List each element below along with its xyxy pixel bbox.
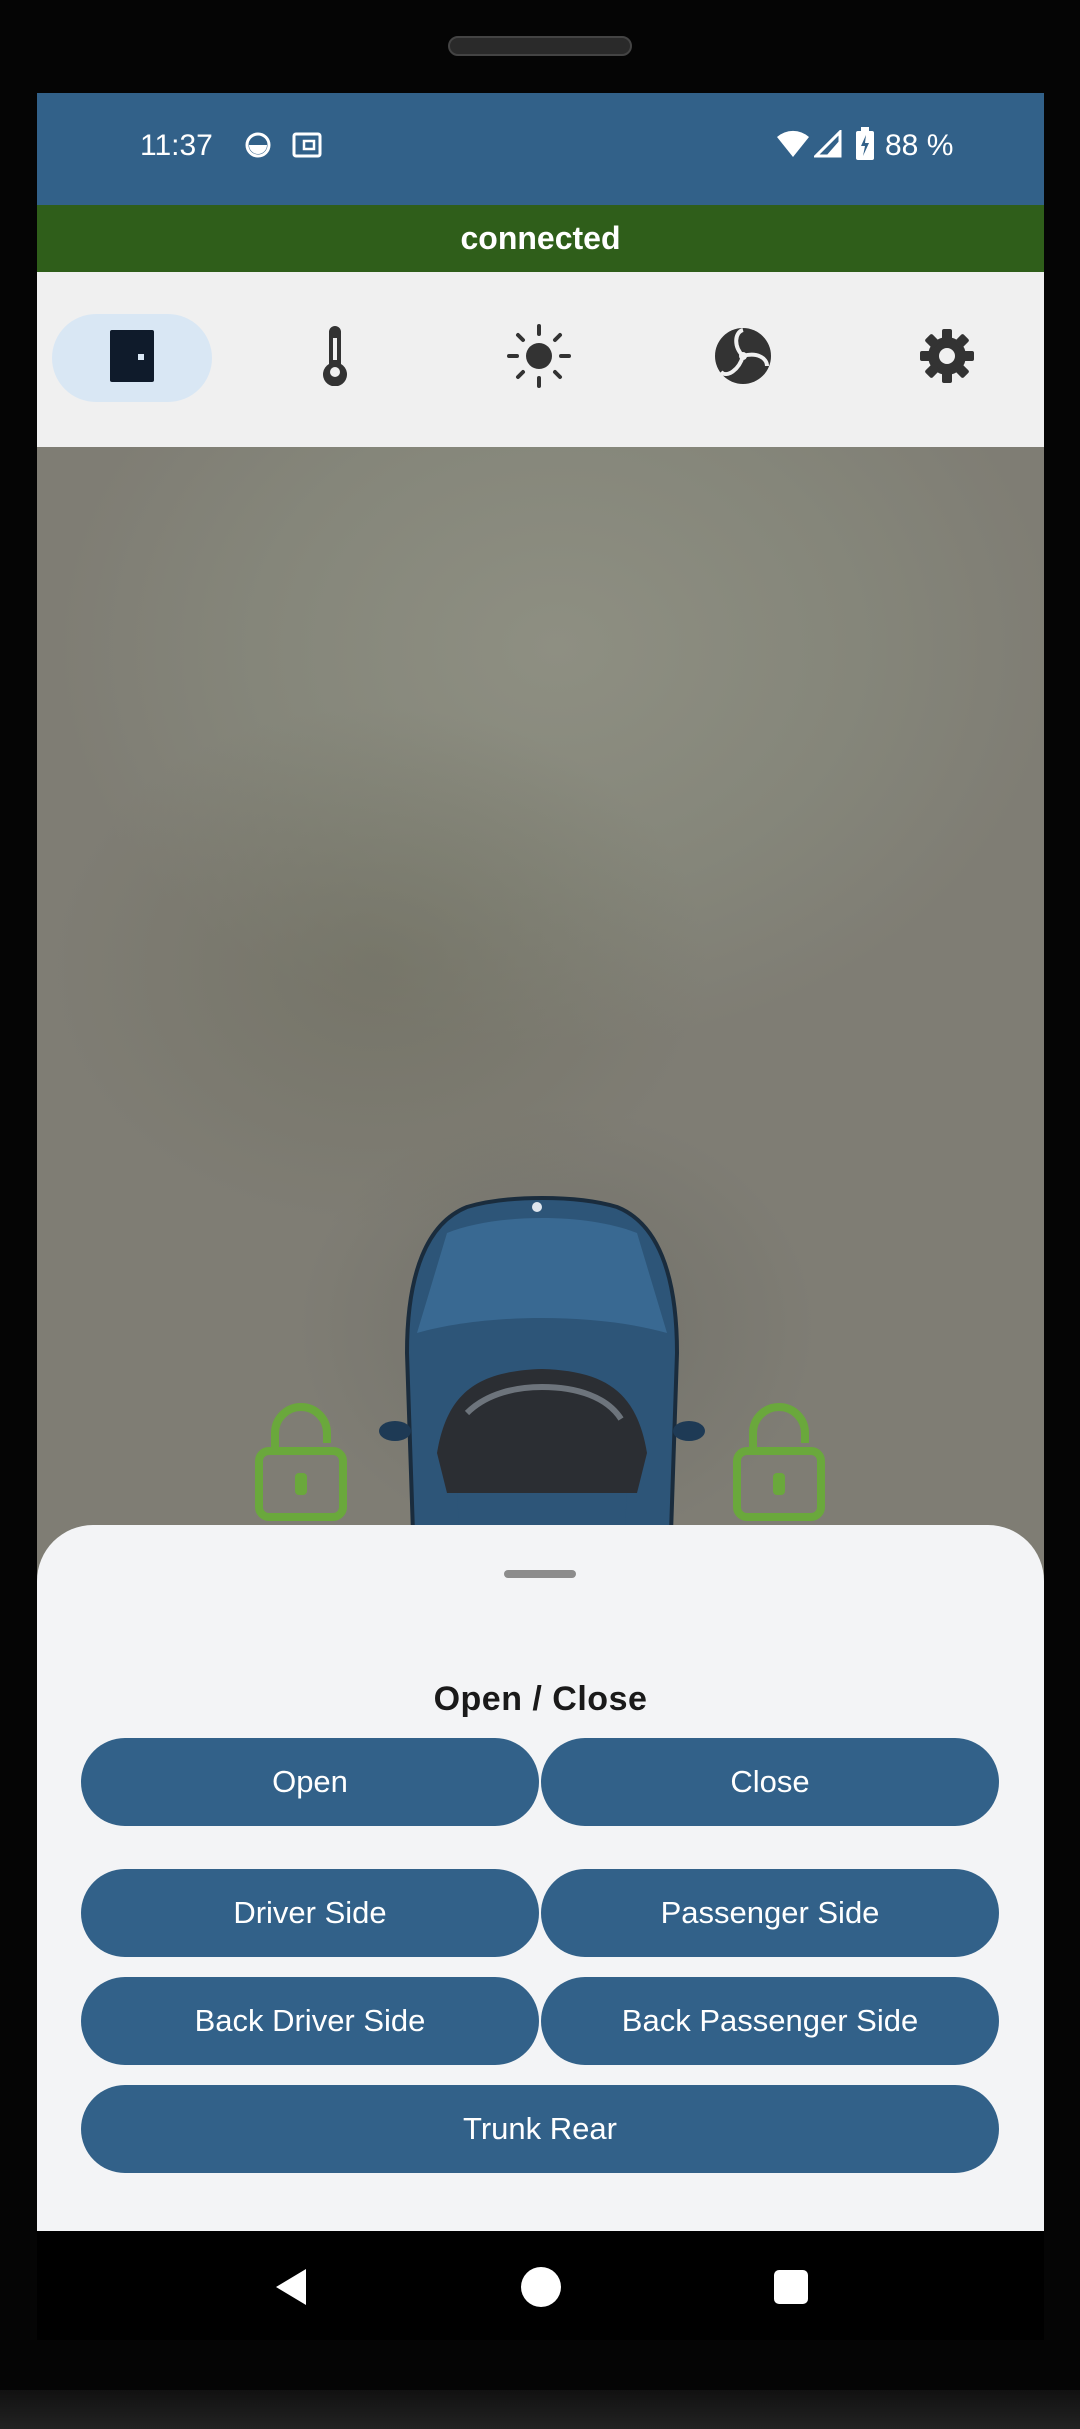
sun-icon xyxy=(507,323,571,393)
feature-tab-bar xyxy=(37,272,1044,448)
home-icon[interactable] xyxy=(520,2266,562,2313)
data-saver-icon xyxy=(244,131,272,164)
car-view xyxy=(37,447,1044,1655)
tab-lights[interactable] xyxy=(459,314,619,402)
back-icon[interactable] xyxy=(272,2267,310,2312)
door-control-sheet: Open / Close Open Close Driver Side Pass… xyxy=(37,1525,1044,2231)
back-driver-side-button[interactable]: Back Driver Side xyxy=(81,1977,539,2065)
close-button[interactable]: Close xyxy=(541,1738,999,1826)
open-button[interactable]: Open xyxy=(81,1738,539,1826)
bottom-bezel xyxy=(0,2390,1080,2429)
battery-icon xyxy=(855,127,875,166)
back-passenger-side-button[interactable]: Back Passenger Side xyxy=(541,1977,999,2065)
connection-status-banner: connected xyxy=(37,205,1044,272)
gear-icon xyxy=(918,327,976,390)
system-navigation-bar xyxy=(37,2231,1044,2340)
tab-fan[interactable] xyxy=(663,314,823,402)
earpiece-speaker xyxy=(448,36,632,56)
wifi-icon xyxy=(776,129,810,164)
tab-climate[interactable] xyxy=(255,314,415,402)
cell-signal-icon xyxy=(812,128,842,163)
sheet-title: Open / Close xyxy=(433,1680,648,1718)
battery-level: 88 % xyxy=(885,129,954,162)
fan-icon xyxy=(713,326,773,391)
sheet-drag-handle[interactable] xyxy=(504,1570,576,1578)
driver-side-button[interactable]: Driver Side xyxy=(81,1869,539,1957)
front-right-lock-icon[interactable] xyxy=(731,1403,827,1526)
tab-settings[interactable] xyxy=(867,314,1027,402)
app-screen: 11:37 88 % connected Open / Close Open C… xyxy=(37,93,1044,2231)
trunk-rear-button[interactable]: Trunk Rear xyxy=(81,2085,999,2173)
door-icon xyxy=(108,328,156,389)
front-left-lock-icon[interactable] xyxy=(253,1403,349,1526)
tab-doors[interactable] xyxy=(52,314,212,402)
status-time: 11:37 xyxy=(140,129,213,162)
wallet-icon xyxy=(292,131,322,164)
passenger-side-button[interactable]: Passenger Side xyxy=(541,1869,999,1957)
recents-icon[interactable] xyxy=(773,2269,809,2310)
phone-frame: 11:37 88 % connected Open / Close Open C… xyxy=(0,0,1080,2429)
thermometer-icon xyxy=(320,325,350,391)
status-bar: 11:37 88 % xyxy=(37,93,1044,205)
